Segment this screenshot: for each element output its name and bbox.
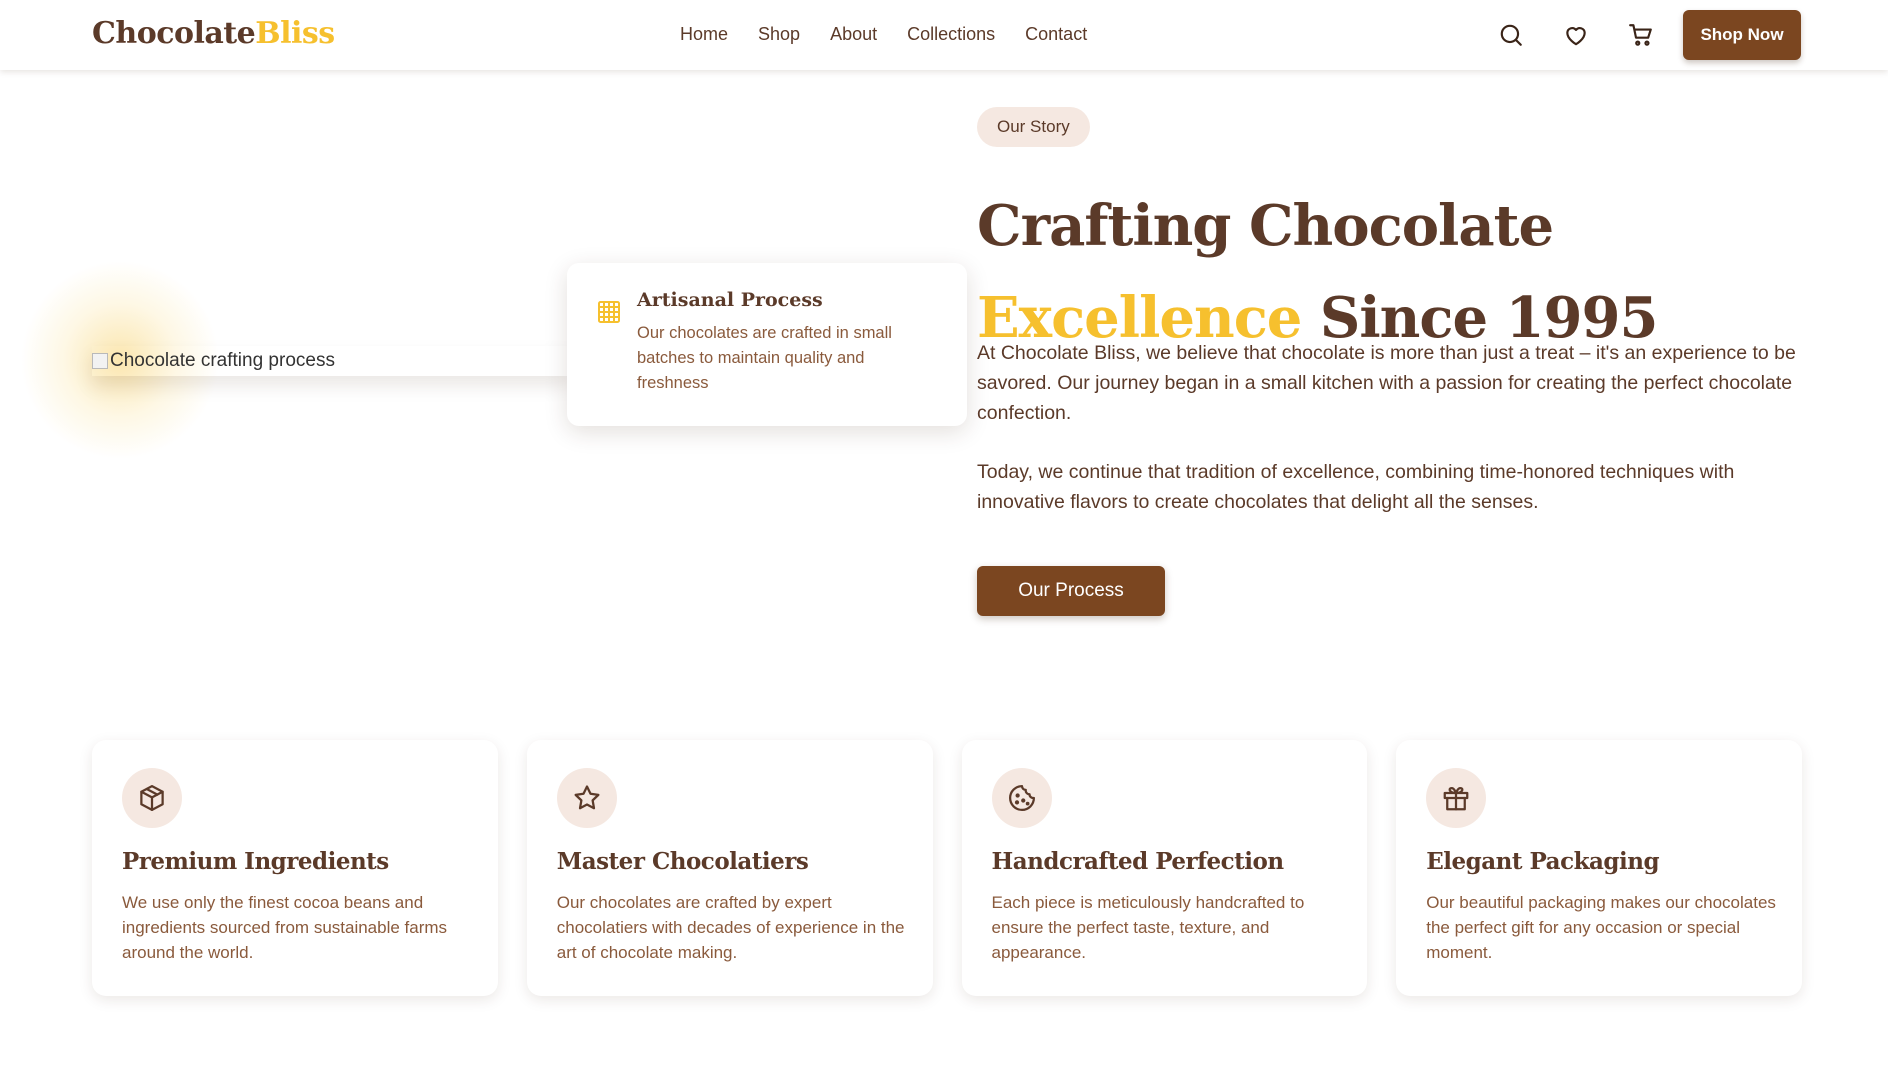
feature-title: Premium Ingredients <box>122 848 389 875</box>
process-card-text: Our chocolates are crafted in small batc… <box>637 324 892 392</box>
shop-now-button[interactable]: Shop Now <box>1683 10 1801 60</box>
heart-icon[interactable] <box>1563 22 1589 48</box>
cookie-icon <box>991 768 1052 828</box>
star-icon <box>556 768 617 828</box>
nav-link-collections[interactable]: Collections <box>907 24 995 45</box>
site-logo[interactable]: ChocolateBliss <box>92 16 335 51</box>
box-icon <box>122 768 182 828</box>
process-card-title: Artisanal Process <box>637 289 823 311</box>
cart-icon[interactable] <box>1628 22 1654 48</box>
main-nav: Home Shop About Collections Contact <box>680 24 1087 45</box>
feature-text: Our beautiful packaging makes our chocol… <box>1426 893 1776 962</box>
nav-link-home[interactable]: Home <box>680 24 728 45</box>
hero-paragraph-1: At Chocolate Bliss, we believe that choc… <box>977 342 1796 424</box>
logo-text-main: Chocolate <box>92 16 256 51</box>
nav-link-about[interactable]: About <box>830 24 877 45</box>
feature-card-handcrafted-perfection: Handcrafted Perfection Each piece is met… <box>961 740 1368 996</box>
feature-text: We use only the finest cocoa beans and i… <box>122 893 448 962</box>
logo-text-accent: Bliss <box>255 16 335 51</box>
feature-text: Each piece is meticulously handcrafted t… <box>991 893 1305 962</box>
nav-link-contact[interactable]: Contact <box>1025 24 1087 45</box>
image-alt-text: Chocolate crafting process <box>110 350 335 371</box>
broken-hero-image: Chocolate crafting process <box>92 346 572 376</box>
feature-title: Elegant Packaging <box>1426 848 1660 875</box>
features-section: Premium Ingredients We use only the fine… <box>92 740 1802 996</box>
broken-image-icon <box>92 353 108 369</box>
feature-card-premium-ingredients: Premium Ingredients We use only the fine… <box>92 740 498 996</box>
hero-title-line1: Crafting Chocolate <box>977 193 1554 259</box>
hero-title: Crafting Chocolate Excellence Since 1995 <box>977 180 1837 364</box>
feature-title: Handcrafted Perfection <box>991 848 1285 875</box>
our-process-button[interactable]: Our Process <box>977 566 1165 616</box>
our-story-badge: Our Story <box>977 107 1090 147</box>
gift-icon <box>1426 768 1487 828</box>
nav-link-shop[interactable]: Shop <box>758 24 800 45</box>
artisanal-process-card: Artisanal Process Our chocolates are cra… <box>567 263 967 426</box>
feature-text: Our chocolates are crafted by expert cho… <box>556 893 905 962</box>
grid-icon <box>597 300 621 324</box>
hero-paragraph-2: Today, we continue that tradition of exc… <box>977 461 1735 513</box>
feature-card-master-chocolatiers: Master Chocolatiers Our chocolates are c… <box>526 740 933 996</box>
feature-card-elegant-packaging: Elegant Packaging Our beautiful packagin… <box>1396 740 1802 996</box>
search-icon[interactable] <box>1498 22 1524 48</box>
feature-title: Master Chocolatiers <box>556 848 809 875</box>
site-header: ChocolateBliss Home Shop About Collectio… <box>0 0 1888 70</box>
